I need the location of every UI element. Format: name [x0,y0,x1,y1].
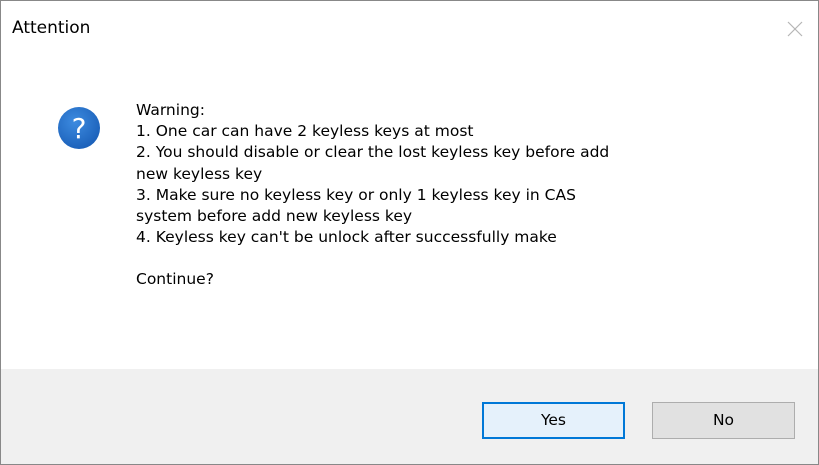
close-icon [787,21,803,37]
continue-prompt: Continue? [136,270,214,289]
message-line: new keyless key [136,164,263,183]
message-line: system before add new keyless key [136,207,413,226]
message-line: 4. Keyless key can't be unlock after suc… [136,228,557,247]
attention-dialog: Attention ? Warning: 1. One car can have… [0,0,819,465]
message-line: 2. You should disable or clear the lost … [136,143,610,162]
message-line: 1. One car can have 2 keyless keys at mo… [136,122,474,141]
no-button[interactable]: No [652,402,795,439]
title-bar[interactable]: Attention [1,1,818,59]
close-button[interactable] [772,1,818,59]
warning-message: Warning: 1. One car can have 2 keyless k… [136,100,796,291]
message-spacer [136,248,796,269]
button-bar: Yes No [1,369,818,464]
message-line: 3. Make sure no keyless key or only 1 ke… [136,185,576,204]
dialog-content: ? Warning: 1. One car can have 2 keyless… [1,59,818,369]
yes-button[interactable]: Yes [482,402,625,439]
dialog-title: Attention [12,18,91,38]
message-line: Warning: [136,101,205,119]
question-icon: ? [58,107,100,149]
svg-text:?: ? [72,112,87,145]
